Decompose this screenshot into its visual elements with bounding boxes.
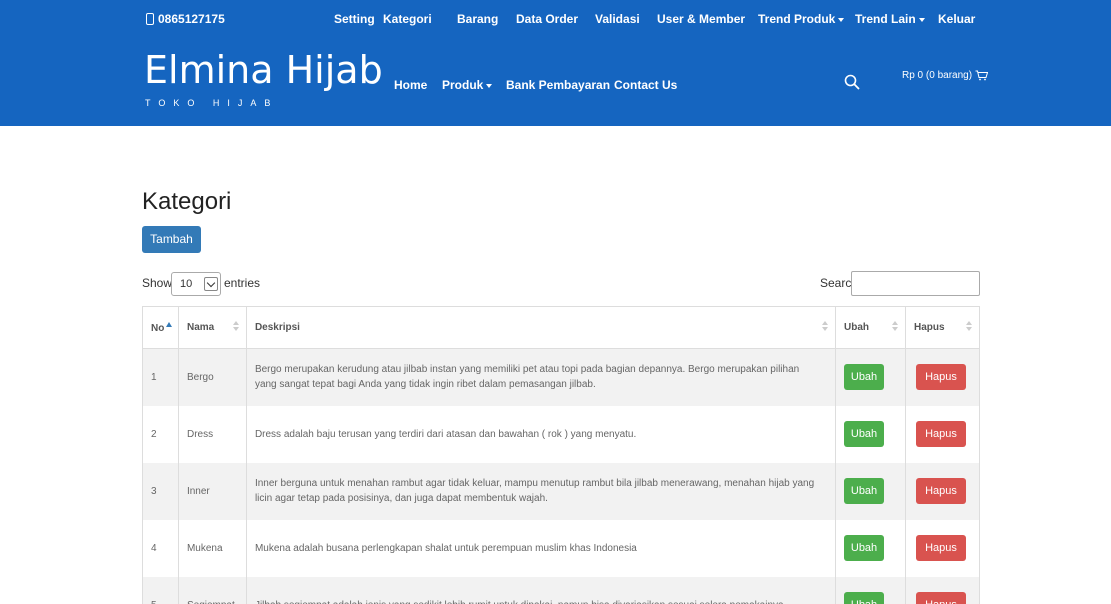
chevron-down-icon — [204, 277, 218, 291]
header-no-label: No — [151, 322, 165, 334]
cart-icon — [975, 70, 989, 81]
sort-asc-icon — [166, 321, 173, 327]
entries-label: entries — [224, 276, 261, 290]
cell-hapus: Hapus — [905, 519, 981, 577]
edit-button[interactable]: Ubah — [844, 364, 885, 391]
cell-no: 1 — [142, 348, 179, 406]
nav-setting[interactable]: Setting — [334, 12, 375, 26]
cell-no: 2 — [142, 405, 179, 463]
nav-barang[interactable]: Barang — [457, 12, 498, 26]
phone-number: 0865127175 — [146, 12, 225, 26]
table-row: 3 Inner Inner berguna untuk menahan ramb… — [142, 462, 981, 520]
entries-value: 10 — [180, 278, 193, 290]
sort-icon — [965, 321, 973, 333]
table-row: 2 Dress Dress adalah baju terusan yang t… — [142, 405, 981, 463]
header-nama-label: Nama — [186, 322, 215, 333]
caret-down-icon — [918, 17, 925, 22]
entries-select[interactable]: 10 — [171, 272, 221, 296]
header-ubah-label: Ubah — [844, 322, 870, 333]
cell-ubah: Ubah — [835, 519, 906, 577]
cell-no: 5 — [142, 576, 179, 604]
nav-validasi[interactable]: Validasi — [595, 12, 640, 26]
cart-text: Rp 0 (0 barang) — [902, 70, 973, 81]
cell-nama: Bergo — [178, 348, 247, 406]
cell-ubah: Ubah — [835, 348, 906, 406]
cell-deskripsi: Dress adalah baju terusan yang terdiri d… — [246, 405, 837, 463]
nav-user-member[interactable]: User & Member — [657, 12, 745, 26]
phone-text: 0865127175 — [158, 12, 225, 26]
cell-ubah: Ubah — [835, 462, 906, 520]
nav-contact-us[interactable]: Contact Us — [614, 78, 677, 92]
edit-button[interactable]: Ubah — [844, 535, 885, 561]
nav-trend-produk-label: Trend Produk — [758, 12, 836, 26]
sort-icon — [821, 321, 829, 333]
delete-button[interactable]: Hapus — [915, 592, 966, 604]
cell-deskripsi: Jilbab segiempat adalah jenis yang sedik… — [246, 576, 837, 604]
cell-deskripsi: Bergo merupakan kerudung atau jilbab ins… — [246, 348, 837, 406]
nav-bank-pembayaran[interactable]: Bank Pembayaran — [506, 78, 610, 92]
cell-no: 4 — [142, 519, 179, 577]
cell-hapus: Hapus — [905, 462, 981, 520]
add-button[interactable]: Tambah — [142, 226, 201, 253]
table-header-row: No Nama Deskripsi Ubah Hapus — [142, 306, 981, 349]
nav-kategori[interactable]: Kategori — [383, 12, 432, 26]
sort-icon — [232, 321, 240, 333]
table-row: 5 Segiempat Jilbab segiempat adalah jeni… — [142, 576, 981, 604]
top-bar: 0865127175 Setting Kategori Barang Data … — [0, 0, 1111, 38]
delete-button[interactable]: Hapus — [915, 421, 966, 447]
nav-data-order[interactable]: Data Order — [516, 12, 578, 26]
header-deskripsi-label: Deskripsi — [254, 322, 300, 333]
delete-button[interactable]: Hapus — [915, 364, 966, 391]
header-no[interactable]: No — [142, 306, 179, 349]
caret-down-icon — [838, 17, 845, 22]
nav-trend-produk[interactable]: Trend Produk — [758, 12, 845, 26]
edit-button[interactable]: Ubah — [844, 592, 885, 604]
nav-trend-lain-label: Trend Lain — [855, 12, 916, 26]
show-label: Show — [142, 276, 173, 290]
nav-trend-lain[interactable]: Trend Lain — [855, 12, 925, 26]
phone-icon — [146, 13, 154, 25]
nav-home[interactable]: Home — [394, 78, 427, 92]
cell-nama: Segiempat — [178, 576, 247, 604]
cell-hapus: Hapus — [905, 576, 981, 604]
main-header: Elmina Hijab TOKO HIJAB Home Produk Bank… — [0, 38, 1111, 126]
delete-button[interactable]: Hapus — [915, 535, 966, 561]
cell-deskripsi: Inner berguna untuk menahan rambut agar … — [246, 462, 837, 520]
header-nama[interactable]: Nama — [178, 306, 247, 349]
cell-nama: Mukena — [178, 519, 247, 577]
search-input[interactable] — [851, 271, 980, 296]
cell-ubah: Ubah — [835, 405, 906, 463]
cell-nama: Dress — [178, 405, 247, 463]
cell-nama: Inner — [178, 462, 247, 520]
cell-deskripsi: Mukena adalah busana perlengkapan shalat… — [246, 519, 837, 577]
logo-title[interactable]: Elmina Hijab — [144, 48, 383, 92]
page-title: Kategori — [142, 188, 232, 215]
cell-hapus: Hapus — [905, 405, 981, 463]
edit-button[interactable]: Ubah — [844, 421, 885, 447]
nav-keluar[interactable]: Keluar — [938, 12, 975, 26]
edit-button[interactable]: Ubah — [844, 478, 885, 504]
nav-produk[interactable]: Produk — [442, 78, 493, 92]
table-row: 4 Mukena Mukena adalah busana perlengkap… — [142, 519, 981, 577]
search-icon[interactable] — [844, 74, 860, 90]
caret-down-icon — [486, 83, 493, 88]
kategori-table: No Nama Deskripsi Ubah Hapus 1 Bergo Ber… — [142, 306, 981, 604]
cart-summary[interactable]: Rp 0 (0 barang) — [902, 70, 989, 81]
delete-button[interactable]: Hapus — [915, 478, 966, 504]
cell-ubah: Ubah — [835, 576, 906, 604]
header-hapus-label: Hapus — [913, 322, 945, 333]
sort-icon — [891, 321, 899, 333]
logo-subtitle: TOKO HIJAB — [145, 98, 279, 108]
header-deskripsi[interactable]: Deskripsi — [246, 306, 837, 349]
cell-hapus: Hapus — [905, 348, 981, 406]
cell-no: 3 — [142, 462, 179, 520]
header-ubah[interactable]: Ubah — [835, 306, 906, 349]
nav-produk-label: Produk — [442, 78, 484, 92]
table-row: 1 Bergo Bergo merupakan kerudung atau ji… — [142, 348, 981, 406]
header-hapus[interactable]: Hapus — [905, 306, 981, 349]
